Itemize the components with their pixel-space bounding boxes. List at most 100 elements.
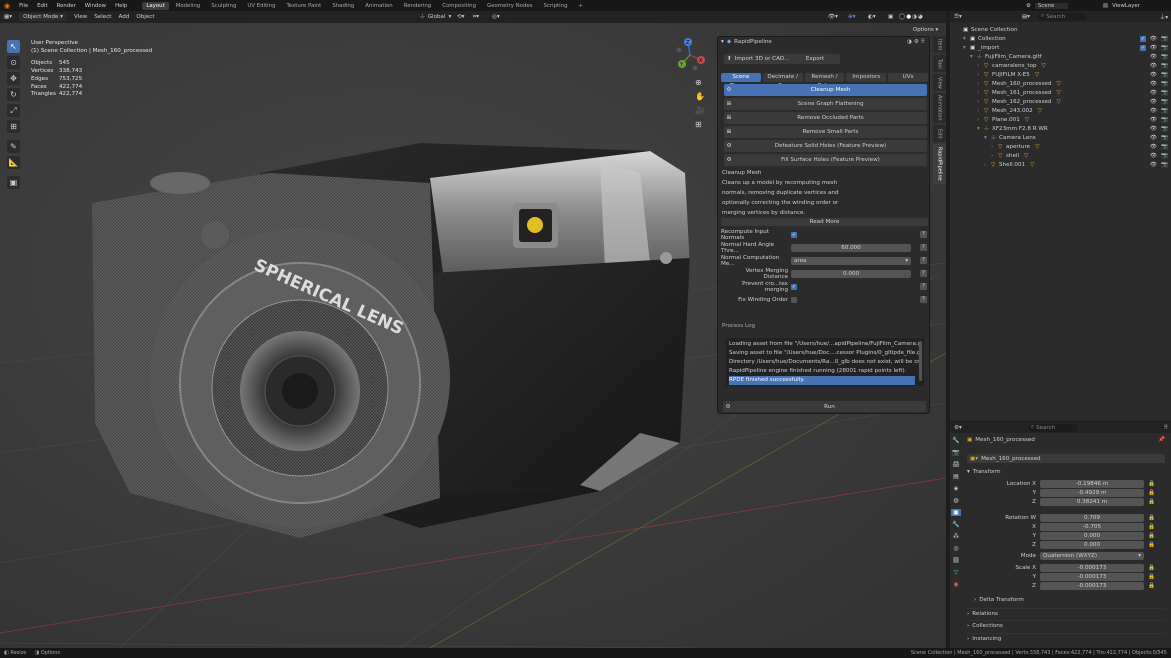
outliner-row[interactable]: › ▽ shell ▽ 👁 📷 [950,151,1171,160]
mesh-data-icon[interactable]: ▽ [1030,162,1034,168]
menu-add[interactable]: Add [118,14,129,20]
chevron-down-icon[interactable]: ▾ [984,135,991,141]
lock-icon[interactable]: 🔒 [1148,583,1155,589]
output-tab-icon[interactable]: 🖨 [952,461,960,468]
eye-icon[interactable]: 👁 [1150,36,1157,42]
render-tab-icon[interactable]: 📷 [952,449,959,456]
constraints-tab-icon[interactable]: ⛓ [952,557,960,564]
op-remove-occluded-parts[interactable]: ⊞ Remove Occluded Parts [724,112,927,124]
transform-section-header[interactable]: ▾ Transform [967,469,1001,475]
op-defeature-solid-holes[interactable]: ⚙ Defeature Solid Holes (Feature Preview) [724,140,927,152]
chevron-right-icon[interactable]: › [977,81,984,87]
proportional-edit-icon[interactable]: ◎▾ [492,14,500,20]
sidetab-animation[interactable]: Animation [933,93,946,123]
chevron-right-icon[interactable]: › [977,99,984,105]
eye-icon[interactable]: 👁 [1150,90,1157,96]
process-log[interactable]: Loading asset from file "/Users/hue/...a… [726,338,924,386]
menu-view[interactable]: View [74,14,87,20]
eye-icon[interactable]: 👁 [1150,108,1157,114]
chevron-down-icon[interactable]: ▾ [977,126,984,132]
object-tab-icon[interactable]: ▣ [951,509,961,516]
editor-type-icon[interactable]: ▦▾ [4,14,12,20]
render-camera-icon[interactable]: 📷 [1161,45,1168,51]
vertex-merging-field[interactable]: 0.000 [791,269,911,278]
wireframe-shading-icon[interactable]: ◯ [899,14,905,20]
eye-icon[interactable]: 👁 [1150,99,1157,105]
rotation-mode-dropdown[interactable]: Quaternion (WXYZ) ▾ [1040,552,1144,560]
modifier-tab-icon[interactable]: 🔧 [952,521,959,528]
visibility-icon[interactable]: 👁▾ [828,14,838,20]
section-delta-transform[interactable]: › Delta Transform [974,595,1164,603]
render-camera-icon[interactable]: 📷 [1161,108,1168,114]
eye-icon[interactable]: 👁 [1150,72,1157,78]
tab-uvs[interactable]: UVs [888,73,928,82]
rotation-field[interactable]: 0.000 [1040,541,1144,549]
chevron-right-icon[interactable]: › [977,63,984,69]
render-camera-icon[interactable]: 📷 [1161,54,1168,60]
menu-render[interactable]: Render [57,3,76,9]
chevron-right-icon[interactable]: › [991,153,998,159]
help-button[interactable]: ? [920,296,927,303]
tab-modeling[interactable]: Modeling [172,2,205,10]
scale-icon[interactable]: ⤢ [7,104,20,117]
outliner-row[interactable]: ▾ ⊹ Camera Lens 👁 📷 [950,133,1171,142]
exclude-checkbox[interactable]: ✓ [1139,35,1146,42]
prevent-merging-checkbox[interactable]: ✓ [791,283,797,290]
mesh-data-icon[interactable]: ▽ [1025,117,1029,123]
tab-rendering[interactable]: Rendering [400,2,436,10]
properties-editor-icon[interactable]: ⚙▾ [954,425,962,431]
mesh-data-icon[interactable]: ▽ [1038,108,1042,114]
material-shading-icon[interactable]: ◑ [912,14,917,20]
outliner-row[interactable]: › ▽ Mesh_162_processed ▽ 👁 📷 [950,97,1171,106]
tab-uv-editing[interactable]: UV Editing [243,2,279,10]
eye-icon[interactable]: 👁 [1150,54,1157,60]
blender-logo-icon[interactable]: ◉ [4,2,10,10]
op-cleanup-mesh[interactable]: ⚙ Cleanup Mesh [724,84,927,96]
collapse-chevron-icon[interactable]: ▾ [721,39,724,45]
menu-object[interactable]: Object [136,14,154,20]
ortho-toggle-icon[interactable]: ⊞ [695,120,705,129]
run-button[interactable]: ⚙ Run [723,401,926,412]
data-tab-icon[interactable]: ▽ [954,569,959,576]
camera-view-icon[interactable]: 🎥 [695,106,705,115]
tab-remesh-bake[interactable]: Remesh / Bake [804,73,845,89]
tab-shading[interactable]: Shading [328,2,358,10]
outliner-row[interactable]: › ▽ aperture ▽ 👁 📷 [950,142,1171,151]
measure-icon[interactable]: 📐 [7,156,20,169]
outliner-row[interactable]: › ▽ Mesh_160_processed ▽ 👁 📷 [950,79,1171,88]
location-field[interactable]: -0.19846 m [1040,480,1144,488]
eye-icon[interactable]: 👁 [1150,135,1157,141]
outliner-editor-icon[interactable]: ☰▾ [954,14,962,20]
mesh-data-icon[interactable]: ▽ [1035,144,1039,150]
help-button[interactable]: ? [920,257,927,264]
outliner-row[interactable]: ▾ ▣ Collection ✓ 👁 📷 [950,34,1171,43]
outliner-row[interactable]: › ▽ Mesh_161_processed ▽ 👁 📷 [950,88,1171,97]
chevron-down-icon[interactable]: ▾ [970,54,977,60]
scale-field[interactable]: -0.000173 [1040,582,1144,590]
solid-shading-icon[interactable]: ● [906,14,911,20]
lock-icon[interactable]: 🔒 [1148,515,1155,521]
mesh-data-icon[interactable]: ▽ [1024,153,1028,159]
add-workspace-button[interactable]: + [575,2,588,10]
eye-icon[interactable]: 👁 [1150,153,1157,159]
read-more-button[interactable]: Read More [721,218,928,226]
eye-icon[interactable]: 👁 [1150,162,1157,168]
pivot-icon[interactable]: ⟲▾ [457,14,465,20]
sidetab-rapidpipeline[interactable]: RapidPipeline [933,144,946,184]
tab-scripting[interactable]: Scripting [540,2,572,10]
menu-help[interactable]: Help [115,3,127,9]
outliner-row[interactable]: › ▽ FUJIFILM X-E5 ▽ 👁 📷 [950,70,1171,79]
options-dropdown[interactable]: Options ▾ [913,27,938,33]
scene-tab-icon[interactable]: ◈ [954,485,959,492]
op-remove-small-parts[interactable]: ⊞ Remove Small Parts [724,126,927,138]
snap-icon[interactable]: ⌗▾ [473,14,479,21]
normal-computation-dropdown[interactable]: area ▾ [791,256,911,265]
chevron-right-icon[interactable]: › [977,117,984,123]
lock-icon[interactable]: 🔒 [1148,565,1155,571]
render-camera-icon[interactable]: 📷 [1161,90,1168,96]
scale-field[interactable]: -0.000173 [1040,573,1144,581]
help-button[interactable]: ? [920,244,927,251]
lock-icon[interactable]: 🔒 [1148,574,1155,580]
normal-hard-angle-field[interactable]: 60.000 [791,243,911,252]
sidetab-tool[interactable]: Tool [933,55,946,72]
